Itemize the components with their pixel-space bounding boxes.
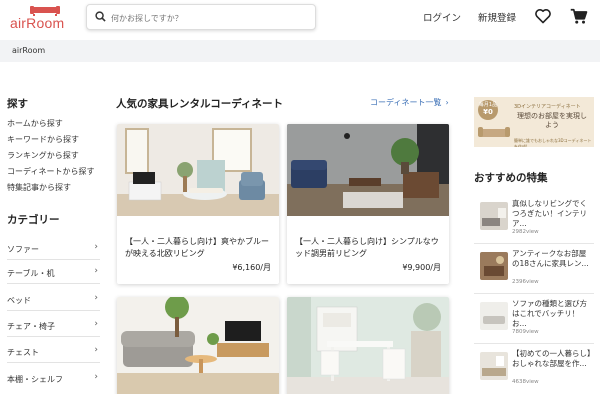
- chevron-right-icon: ›: [94, 319, 98, 329]
- section-title: 人気の家具レンタルコーディネート: [116, 98, 284, 110]
- search-icon: [95, 11, 106, 22]
- recommended-item[interactable]: アンティークなお部屋の18さんに家具レン... 2396view: [474, 244, 594, 294]
- recommended-thumbnail: [480, 302, 508, 330]
- coordinate-list-link[interactable]: コーディネート一覧 ›: [370, 97, 449, 108]
- category-label: チェア・椅子: [7, 322, 55, 331]
- sofa-illustration-icon: [478, 127, 510, 137]
- category-heading: カテゴリー: [7, 214, 60, 226]
- chevron-right-icon: ›: [94, 372, 98, 382]
- signup-link[interactable]: 新規登録: [478, 10, 516, 24]
- breadcrumb: airRoom: [0, 40, 600, 62]
- banner-headline: 理想のお部屋を実現しよう: [517, 112, 587, 129]
- search-section-heading: 探す: [7, 98, 28, 110]
- chevron-right-icon: ›: [94, 242, 98, 252]
- banner-subtitle: 3Dインテリアコーディネート: [514, 104, 581, 110]
- chevron-right-icon: ›: [94, 293, 98, 303]
- category-item-chair[interactable]: チェア・椅子 ›: [7, 313, 100, 337]
- coordinate-card-title: 【一人・二人暮らし向け】シンプルなウッド調男前リビング: [295, 237, 439, 258]
- recommended-title: 【初めての一人暮らし】おしゃれな部屋を作...: [512, 349, 591, 368]
- category-label: 本棚・シェルフ: [7, 375, 63, 384]
- coordinate-tool-banner[interactable]: 毎月1品 ¥0 3Dインテリアコーディネート 理想のお部屋を実現しよう 簡単に誰…: [474, 97, 594, 147]
- recommended-thumbnail: [480, 352, 508, 380]
- chevron-right-icon: ›: [94, 266, 98, 276]
- category-item-sofa[interactable]: ソファー ›: [7, 236, 100, 260]
- recommended-title: ソファの種類と選び方はこれでバッチリ！ お...: [512, 299, 587, 328]
- heart-icon[interactable]: [534, 8, 552, 24]
- category-item-bed[interactable]: ベッド ›: [7, 287, 100, 311]
- recommended-item[interactable]: ソファの種類と選び方はこれでバッチリ！ お... 7809view: [474, 294, 594, 344]
- breadcrumb-item[interactable]: airRoom: [12, 46, 45, 55]
- cart-icon[interactable]: [570, 8, 588, 25]
- category-label: ソファー: [7, 245, 39, 254]
- site-logo[interactable]: airRoom: [10, 4, 70, 34]
- recommended-views: 2396view: [512, 279, 539, 285]
- login-link[interactable]: ログイン: [423, 10, 461, 24]
- coordinate-card-price: ¥6,160/月: [232, 263, 271, 272]
- coordinate-card-price: ¥9,900/月: [402, 263, 441, 272]
- category-item-shelf[interactable]: 本棚・シェルフ ›: [7, 366, 100, 390]
- coordinate-card-title: 【一人・二人暮らし向け】爽やかブルーが映える北欧リビング: [125, 237, 269, 258]
- coordinate-photo: [287, 124, 449, 216]
- recommended-title: アンティークなお部屋の18さんに家具レン...: [512, 249, 589, 268]
- coordinate-card[interactable]: 【一人・二人暮らし向け】シンプルなウッド調男前リビング ¥9,900/月: [287, 124, 449, 284]
- logo-text: airRoom: [10, 15, 65, 31]
- coordinate-photo: [117, 297, 279, 394]
- search-link-keyword[interactable]: キーワードから探す: [7, 134, 79, 145]
- chevron-right-icon: ›: [94, 345, 98, 355]
- coordinate-card[interactable]: [117, 297, 279, 394]
- coordinate-card[interactable]: [287, 297, 449, 394]
- search-box[interactable]: [86, 4, 316, 30]
- recommended-heading: おすすめの特集: [474, 172, 548, 184]
- coordinate-list-label: コーディネート一覧: [370, 98, 442, 107]
- recommended-item[interactable]: 【初めての一人暮らし】おしゃれな部屋を作... 4638view: [474, 344, 594, 394]
- recommended-views: 4638view: [512, 379, 539, 385]
- search-link-feature[interactable]: 特集記事から探す: [7, 182, 71, 193]
- chevron-right-icon: ›: [445, 98, 449, 107]
- search-link-coordinate[interactable]: コーディネートから探す: [7, 166, 94, 177]
- coordinate-card[interactable]: 【一人・二人暮らし向け】爽やかブルーが映える北欧リビング ¥6,160/月: [117, 124, 279, 284]
- recommended-item[interactable]: 真似しなリビングでくつろぎたい！インテリア... 2982view: [474, 194, 594, 244]
- coordinate-photo: [117, 124, 279, 216]
- recommended-thumbnail: [480, 252, 508, 280]
- category-item-chest[interactable]: チェスト ›: [7, 339, 100, 363]
- site-header: airRoom ログイン 新規登録: [0, 0, 600, 40]
- category-label: ベッド: [7, 296, 31, 305]
- recommended-views: 7809view: [512, 329, 539, 335]
- recommended-thumbnail: [480, 202, 508, 230]
- recommended-title: 真似しなリビングでくつろぎたい！インテリア...: [512, 199, 587, 228]
- category-item-table[interactable]: テーブル・机 ›: [7, 260, 100, 284]
- badge-line2: ¥0: [483, 108, 493, 116]
- banner-footnote: 簡単に誰でもおしゃれな3Dコーディネートを作成!: [514, 138, 592, 147]
- search-input[interactable]: [111, 9, 307, 27]
- search-link-home[interactable]: ホームから探す: [7, 118, 63, 129]
- search-link-ranking[interactable]: ランキングから探す: [7, 150, 79, 161]
- category-label: テーブル・机: [7, 269, 55, 278]
- recommended-views: 2982view: [512, 229, 539, 235]
- coordinate-photo: [287, 297, 449, 394]
- free-badge: 毎月1品 ¥0: [478, 100, 498, 120]
- category-label: チェスト: [7, 348, 39, 357]
